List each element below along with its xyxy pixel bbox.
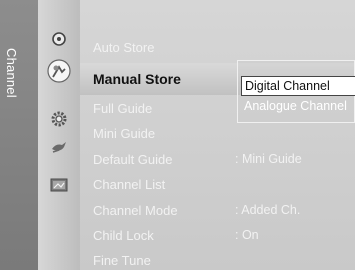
menu-item-channel-mode[interactable]: Channel Mode : Added Ch. — [80, 198, 355, 222]
channel-menu-screen: Channel Auto Store Manual Store Full Gui… — [0, 0, 355, 270]
category-icon-bar — [38, 0, 80, 270]
menu-item-child-lock[interactable]: Child Lock : On — [80, 223, 355, 247]
picture-icon[interactable] — [50, 176, 68, 194]
channel-type-popup: Digital Channel Analogue Channel — [237, 60, 355, 123]
channel-settings-menu: Auto Store Manual Store Full Guide Mini … — [80, 0, 355, 270]
menu-item-default-guide[interactable]: Default Guide : Mini Guide — [80, 147, 355, 171]
menu-item-mini-guide[interactable]: Mini Guide — [80, 121, 355, 145]
menu-item-label: Manual Store — [93, 71, 181, 87]
menu-item-auto-store[interactable]: Auto Store — [80, 35, 355, 59]
category-title: Channel — [4, 48, 19, 98]
category-sidebar: Channel — [0, 0, 38, 270]
application-icon[interactable] — [50, 138, 68, 156]
channel-icon[interactable] — [46, 58, 72, 84]
input-icon[interactable] — [50, 30, 68, 48]
menu-item-label: Channel Mode — [93, 202, 178, 218]
menu-item-value: : Mini Guide — [235, 152, 302, 166]
menu-item-label: Child Lock — [93, 227, 154, 243]
menu-item-label: Auto Store — [93, 39, 155, 55]
popup-option-analogue-channel[interactable]: Analogue Channel — [241, 96, 355, 116]
menu-item-label: Channel List — [93, 176, 166, 192]
menu-item-label: Fine Tune — [93, 252, 151, 268]
menu-item-label: Mini Guide — [93, 125, 156, 141]
menu-item-value: : Added Ch. — [235, 203, 301, 217]
menu-item-channel-list[interactable]: Channel List — [80, 172, 355, 196]
setup-icon[interactable] — [50, 110, 68, 128]
menu-item-label: Full Guide — [93, 100, 153, 116]
menu-item-value: : On — [235, 228, 259, 242]
menu-item-label: Default Guide — [93, 151, 173, 167]
menu-item-fine-tune[interactable]: Fine Tune — [80, 248, 355, 272]
popup-option-digital-channel[interactable]: Digital Channel — [241, 76, 355, 96]
